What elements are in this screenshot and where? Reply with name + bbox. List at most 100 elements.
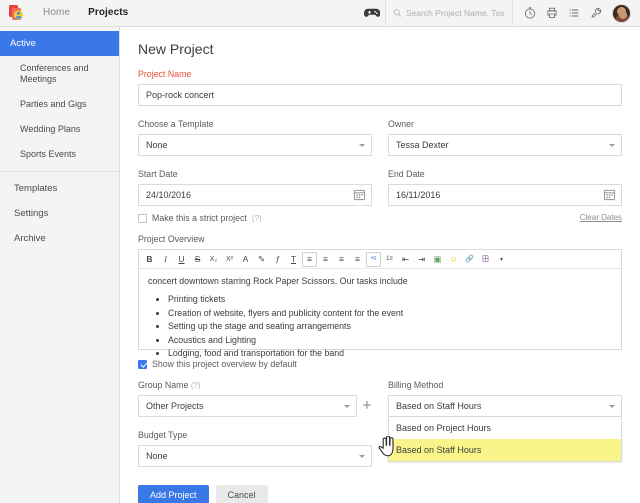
numbered-list-icon[interactable]: 1≡ [382,252,397,267]
group-name-value: Other Projects [146,401,204,411]
nav-tab-projects[interactable]: Projects [79,0,137,26]
calendar-icon[interactable] [603,188,616,206]
billing-method-select[interactable]: Based on Staff Hours [388,395,622,417]
search-input[interactable] [406,8,505,18]
emoji-icon[interactable]: ☺ [446,252,461,267]
show-overview-checkbox[interactable] [138,360,147,369]
owner-field: Owner Tessa Dexter [388,119,622,156]
chevron-down-icon [344,405,350,408]
list-item: Setting up the stage and seating arrange… [168,320,612,332]
underline-icon[interactable]: U [174,252,189,267]
insert-image-icon[interactable]: ▣ [430,252,445,267]
highlight-color-icon[interactable]: ✎ [254,252,269,267]
editor-toolbar: B I U S X₂ X² A ✎ ƒ T ≡ ≡ ≡ ≡ •≡ 1≡ ⇤ [139,250,621,269]
strict-project-checkbox[interactable] [138,214,147,223]
sidebar-item-conferences-and-meetings[interactable]: Conferences and Meetings [0,56,119,92]
group-name-label-text: Group Name [138,380,188,390]
start-date-field: Start Date [138,169,372,223]
calendar-icon[interactable] [353,188,366,206]
sidebar-item-wedding-plans[interactable]: Wedding Plans [0,117,119,142]
list-icon[interactable] [568,7,580,19]
project-overview-label: Project Overview [138,234,622,244]
nav-tab-home[interactable]: Home [34,0,79,26]
chevron-down-icon [609,405,615,408]
timer-icon[interactable] [524,7,536,19]
project-overview-editor[interactable]: B I U S X₂ X² A ✎ ƒ T ≡ ≡ ≡ ≡ •≡ 1≡ ⇤ [138,249,622,350]
billing-method-dropdown-list: Based on Project Hours Based on Staff Ho… [388,417,622,462]
template-value: None [146,140,168,150]
list-item: Creation of website, flyers and publicit… [168,307,612,319]
topbar-icon-group [513,4,640,23]
font-family-icon[interactable]: ƒ [270,252,285,267]
project-name-label: Project Name [138,69,622,79]
subscript-icon[interactable]: X₂ [206,252,221,267]
chevron-down-icon [359,455,365,458]
gamepad-icon[interactable] [359,7,385,19]
end-date-field: End Date [388,169,622,223]
show-overview-label: Show this project overview by default [152,359,297,369]
outdent-icon[interactable]: ⇤ [398,252,413,267]
clear-format-icon[interactable]: T [286,252,301,267]
superscript-icon[interactable]: X² [222,252,237,267]
app-logo-icon[interactable] [0,3,34,23]
chevron-down-icon [609,144,615,147]
template-label: Choose a Template [138,119,372,129]
group-name-help-icon[interactable]: (?) [191,381,201,390]
template-select[interactable]: None [138,134,372,156]
more-options-icon[interactable]: ▾ [494,252,509,267]
sidebar-item-parties-and-gigs[interactable]: Parties and Gigs [0,92,119,117]
bullet-list-icon[interactable]: •≡ [366,252,381,267]
sidebar-item-templates[interactable]: Templates [0,176,119,201]
overview-bullet-list: Printing tickets Creation of website, fl… [168,293,612,359]
group-name-select[interactable]: Other Projects [138,395,357,417]
align-center-icon[interactable]: ≡ [318,252,333,267]
clear-dates-link[interactable]: Clear Dates [388,213,622,222]
strikethrough-icon[interactable]: S [190,252,205,267]
end-date-input[interactable] [388,184,622,206]
app-window: Home Projects [0,0,640,503]
group-name-label: Group Name (?) [138,380,372,390]
start-date-label: Start Date [138,169,372,179]
end-date-label: End Date [388,169,622,179]
budget-type-label: Budget Type [138,430,372,440]
italic-icon[interactable]: I [158,252,173,267]
sidebar-item-active[interactable]: Active [0,31,119,56]
search-bar[interactable] [385,0,513,27]
list-item: Acoustics and Lighting [168,334,612,346]
billing-method-field: Billing Method Based on Staff Hours Base… [388,380,622,467]
strict-project-help-icon[interactable]: (?) [252,214,262,223]
sidebar-item-sports-events[interactable]: Sports Events [0,142,119,167]
sidebar-item-settings[interactable]: Settings [0,201,119,226]
list-item: Lodging, food and transportation for the… [168,347,612,359]
bold-icon[interactable]: B [142,252,157,267]
add-group-icon[interactable] [362,397,372,415]
project-name-input[interactable] [138,84,622,106]
billing-method-option-staff-hours[interactable]: Based on Staff Hours [389,439,621,461]
show-overview-row[interactable]: Show this project overview by default [138,359,622,369]
add-project-button[interactable]: Add Project [138,485,209,503]
list-item: Printing tickets [168,293,612,305]
insert-link-icon[interactable]: 🔗 [462,252,477,267]
start-date-input[interactable] [138,184,372,206]
indent-icon[interactable]: ⇥ [414,252,429,267]
billing-method-option-project-hours[interactable]: Based on Project Hours [389,417,621,439]
cancel-button[interactable]: Cancel [216,485,268,503]
insert-table-icon[interactable]: 田 [478,252,493,267]
align-justify-icon[interactable]: ≡ [350,252,365,267]
align-left-icon[interactable]: ≡ [302,252,317,267]
template-field: Choose a Template None [138,119,372,156]
owner-select[interactable]: Tessa Dexter [388,134,622,156]
new-project-form: Project Name Choose a Template None Owne… [120,57,640,503]
sidebar-item-archive[interactable]: Archive [0,226,119,251]
strict-project-row[interactable]: Make this a strict project (?) [138,213,372,223]
strict-project-label: Make this a strict project [152,213,247,223]
group-name-field: Group Name (?) Other Projects [138,380,372,467]
align-right-icon[interactable]: ≡ [334,252,349,267]
overview-paragraph: concert downtown starring Rock Paper Sci… [148,275,612,287]
text-color-icon[interactable]: A [238,252,253,267]
wrench-icon[interactable] [590,7,602,19]
printer-icon[interactable] [546,7,558,19]
project-overview-content[interactable]: concert downtown starring Rock Paper Sci… [139,269,621,349]
user-avatar[interactable] [612,4,631,23]
budget-type-select[interactable]: None [138,445,372,467]
